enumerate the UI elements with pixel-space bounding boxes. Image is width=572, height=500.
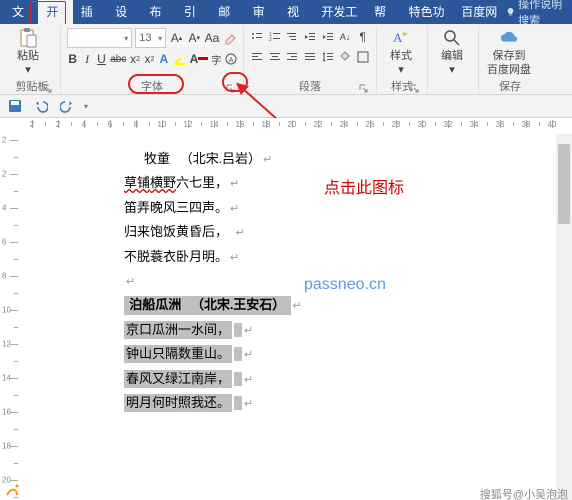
tab-insert[interactable]: 插入 [73, 0, 107, 24]
svg-text:A: A [229, 57, 234, 64]
multilevel-button[interactable] [285, 28, 300, 46]
poem1-title[interactable]: 牧童 （北宋.吕岩）↵ [144, 150, 544, 168]
qat-redo-button[interactable] [58, 97, 76, 115]
clipboard-launcher-icon[interactable] [42, 83, 53, 94]
paragraph-launcher-icon[interactable] [358, 83, 369, 94]
group-label-save: 保存 [499, 81, 521, 93]
group-clipboard: 粘贴 ▾ 剪贴板 [4, 26, 61, 94]
align-center-button[interactable] [268, 48, 283, 66]
cloud-save-icon [499, 28, 519, 48]
poem1-line4[interactable]: 不脱蓑衣卧月明。↵ [124, 248, 544, 266]
tab-references[interactable]: 引用 [176, 0, 210, 24]
font-size-combo[interactable]: 13▾ [135, 28, 166, 48]
editing-button[interactable]: 编辑▾ [434, 28, 470, 76]
horizontal-ruler[interactable]: 2246810121416182022242628303234363840 [24, 118, 556, 135]
font-name-combo[interactable]: ▾ [67, 28, 132, 48]
clear-format-button[interactable] [222, 29, 237, 47]
borders-button[interactable] [355, 48, 370, 66]
tab-special[interactable]: 特色功能 [401, 0, 454, 24]
styles-button[interactable]: A 样式▾ [383, 28, 419, 76]
tab-design[interactable]: 设计 [107, 0, 141, 24]
grow-font-button[interactable]: A▴ [169, 29, 184, 47]
group-label-font: 字体 [141, 81, 163, 93]
ribbon: 粘贴 ▾ 剪贴板 ▾ 13▾ A▴ A▾ Aa B I [0, 24, 572, 95]
sohu-logo-icon [4, 482, 20, 500]
watermark-text: passneo.cn [304, 276, 386, 294]
subscript-button[interactable]: x2 [129, 50, 140, 68]
find-icon [442, 28, 462, 48]
poem2-line2[interactable]: 钟山只隔数重山。↵ [124, 345, 544, 363]
font-launcher-icon[interactable] [225, 83, 236, 94]
tab-layout[interactable]: 布局 [142, 0, 176, 24]
text-effects-button[interactable]: A [158, 50, 169, 68]
tab-review[interactable]: 审阅 [245, 0, 279, 24]
highlight-button[interactable] [173, 50, 187, 68]
justify-button[interactable] [303, 48, 318, 66]
poem2-title[interactable]: 泊船瓜洲 （北宋.王安石） ↵ [124, 296, 544, 314]
svg-text:A: A [393, 30, 403, 45]
quick-access-toolbar: ▾ [0, 95, 572, 118]
group-save: 保存到 百度网盘 保存 [479, 26, 541, 94]
group-paragraph: 12 A↓ ¶ 段落 [244, 26, 377, 94]
save-baidu-button[interactable]: 保存到 百度网盘 [485, 28, 533, 76]
scrollbar-thumb[interactable] [558, 144, 570, 224]
tab-view[interactable]: 视图 [279, 0, 313, 24]
document-page[interactable]: 牧童 （北宋.吕岩）↵ 草铺横野六七里，↵ 笛弄晚风三四声。↵ 归来饱饭黄昏后，… [24, 134, 544, 418]
numbering-button[interactable]: 12 [268, 28, 283, 46]
tab-baidu[interactable]: 百度网盘 [453, 0, 506, 24]
paste-icon [18, 28, 38, 48]
svg-text:2: 2 [269, 37, 272, 43]
enclose-button[interactable]: A [225, 50, 237, 68]
paste-button[interactable]: 粘贴 ▾ [10, 28, 46, 76]
tab-file[interactable]: 文件 [4, 0, 38, 24]
poem2-line1[interactable]: 京口瓜洲一水间，↵ [124, 321, 544, 339]
vertical-scrollbar[interactable] [556, 134, 572, 500]
change-case-button[interactable]: Aa [205, 29, 220, 47]
underline-button[interactable]: U [96, 50, 107, 68]
tab-home[interactable]: 开始 [38, 0, 72, 24]
poem2-line3[interactable]: 春风又绿江南岸，↵ [124, 370, 544, 388]
indent-inc-button[interactable] [320, 28, 335, 46]
superscript-button[interactable]: x2 [144, 50, 155, 68]
document-workspace: 2246810121416182022242628303234363840 22… [0, 118, 572, 500]
page-area[interactable]: 牧童 （北宋.吕岩）↵ 草铺横野六七里，↵ 笛弄晚风三四声。↵ 归来饱饭黄昏后，… [24, 134, 556, 500]
tab-help[interactable]: 帮助 [366, 0, 400, 24]
phonetic-button[interactable]: 字 [211, 50, 222, 68]
poem1-line2[interactable]: 笛弄晚风三四声。↵ [124, 199, 544, 217]
group-styles: A 样式▾ 样式 [377, 26, 428, 94]
group-font: ▾ 13▾ A▴ A▾ Aa B I U abc x2 x2 A A [61, 26, 244, 94]
indent-dec-button[interactable] [303, 28, 318, 46]
shading-button[interactable] [338, 48, 353, 66]
annotation-callout: 点击此图标 [324, 174, 404, 198]
line-spacing-button[interactable] [320, 48, 335, 66]
sort-button[interactable]: A↓ [338, 28, 353, 46]
italic-button[interactable]: I [81, 50, 92, 68]
group-label-paragraph: 段落 [299, 81, 321, 93]
lightbulb-icon [506, 6, 515, 18]
vertical-ruler[interactable]: 22468101214161820 [0, 134, 25, 500]
attribution-text: 搜狐号@小吴泡泡 [480, 486, 568, 500]
poem2-line4[interactable]: 明月何时照我还。↵ [124, 394, 544, 412]
font-color-button[interactable]: A [190, 50, 208, 68]
align-left-button[interactable] [250, 48, 265, 66]
shrink-font-button[interactable]: A▾ [187, 29, 202, 47]
qat-customize-icon[interactable]: ▾ [84, 102, 88, 111]
group-editing: 编辑▾ [428, 26, 479, 94]
ribbon-tabbar: 文件 开始 插入 设计 布局 引用 邮件 审阅 视图 开发工具 帮助 特色功能 … [0, 0, 572, 24]
styles-launcher-icon[interactable] [409, 83, 420, 94]
bullets-button[interactable] [250, 28, 265, 46]
qat-undo-button[interactable] [32, 97, 50, 115]
bold-button[interactable]: B [67, 50, 78, 68]
show-marks-button[interactable]: ¶ [355, 28, 370, 46]
styles-icon: A [391, 28, 411, 48]
tab-devtools[interactable]: 开发工具 [313, 0, 366, 24]
strike-button[interactable]: abc [110, 50, 126, 68]
align-right-button[interactable] [285, 48, 300, 66]
tab-mailings[interactable]: 邮件 [210, 0, 244, 24]
qat-save-button[interactable] [6, 97, 24, 115]
poem1-line3[interactable]: 归来饱饭黄昏后， ↵ [124, 223, 544, 241]
